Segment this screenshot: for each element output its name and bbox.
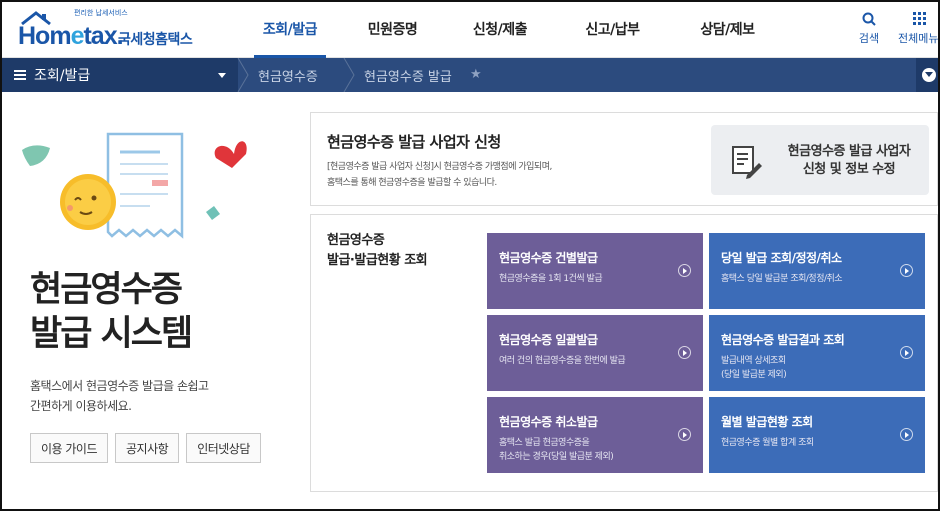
- arrow-right-icon: [678, 346, 691, 359]
- hero-description: 홈택스에서 현금영수증 발급을 손쉽고 간편하게 이용하세요.: [30, 379, 209, 413]
- online-consult-button[interactable]: 인터넷상담: [186, 433, 261, 463]
- arrow-right-icon: [678, 264, 691, 277]
- breadcrumb-separator-icon: [237, 58, 249, 92]
- monthly-status-tile[interactable]: 월별 발급현황 조회 현금영수증 월별 합계 조회: [709, 397, 925, 473]
- category-dropdown[interactable]: 조회/발급: [0, 58, 238, 92]
- main-nav: 조회/발급 민원증명 신청/제출 신고/납부 상담/제보: [240, 0, 785, 58]
- nav-item-inquiry-issue[interactable]: 조회/발급: [240, 0, 340, 58]
- hero-title: 현금영수증 발급 시스템: [30, 270, 193, 354]
- breadcrumb-item-cash-receipt-issue[interactable]: 현금영수증 발급: [364, 58, 452, 92]
- arrow-right-icon: [900, 346, 913, 359]
- arrow-right-icon: [900, 264, 913, 277]
- nav-item-consult-report[interactable]: 상담/제보: [670, 0, 785, 58]
- grid-menu-icon: [913, 12, 926, 25]
- hometax-logo[interactable]: 편리한 납세서비스 Hometax. 국세청홈택스: [18, 8, 198, 52]
- document-edit-icon: [732, 146, 762, 179]
- hamburger-icon: [14, 70, 26, 80]
- business-apply-label: 현금영수증 발급 사업자 신청 및 정보 수정: [787, 144, 911, 177]
- panel-title: 현금영수증 발급·발급현황 조회: [327, 233, 428, 268]
- arrow-right-icon: [900, 428, 913, 441]
- today-issue-lookup-tile[interactable]: 당일 발급 조회/정정/취소 홈택스 당일 발급분 조회/정정/취소: [709, 233, 925, 309]
- business-apply-button[interactable]: 현금영수증 발급 사업자 신청 및 정보 수정: [711, 125, 929, 195]
- panel-description: [현금영수증 발급 사업자 신청]시 현금영수증 가맹점에 가입되며, 홈택스를…: [327, 162, 552, 188]
- favorite-star-icon[interactable]: ★: [470, 67, 482, 82]
- breadcrumb: 조회/발급 현금영수증 현금영수증 발급 ★: [0, 58, 940, 92]
- search-icon: [862, 12, 876, 26]
- arrow-right-icon: [678, 428, 691, 441]
- chevron-down-icon: [922, 68, 936, 82]
- chevron-down-icon: [218, 73, 226, 78]
- panel-title: 현금영수증 발급 사업자 신청: [327, 133, 501, 151]
- logo-tagline: 편리한 납세서비스: [74, 9, 128, 17]
- expand-toggle[interactable]: [916, 58, 940, 92]
- breadcrumb-item-cash-receipt[interactable]: 현금영수증: [258, 58, 318, 92]
- business-registration-panel: 현금영수증 발급 사업자 신청 [현금영수증 발급 사업자 신청]시 현금영수증…: [310, 112, 938, 206]
- issue-inquiry-panel: 현금영수증 발급·발급현황 조회 현금영수증 건별발급 현금영수증을 1회 1건…: [310, 214, 938, 492]
- single-issue-tile[interactable]: 현금영수증 건별발급 현금영수증을 1회 1건씩 발급: [487, 233, 703, 309]
- search-label: 검색: [858, 32, 880, 45]
- nav-item-apply-submit[interactable]: 신청/제출: [445, 0, 555, 58]
- site-header: 편리한 납세서비스 Hometax. 국세청홈택스 조회/발급 민원증명 신청/…: [0, 0, 940, 58]
- receipt-illustration: [22, 132, 247, 239]
- logo-korean-name: 국세청홈택스: [118, 32, 193, 48]
- issue-result-lookup-tile[interactable]: 현금영수증 발급결과 조회 발급내역 상세조회 (당일 발급분 제외): [709, 315, 925, 391]
- breadcrumb-separator-icon: [343, 58, 355, 92]
- logo-wordmark: Hometax.: [18, 22, 124, 50]
- cancel-issue-tile[interactable]: 현금영수증 취소발급 홈택스 발급 현금영수증을 취소하는 경우(당일 발급분 제…: [487, 397, 703, 473]
- usage-guide-button[interactable]: 이용 가이드: [30, 433, 109, 463]
- all-menu-button[interactable]: 전체메뉴: [894, 10, 940, 46]
- search-button[interactable]: 검색: [844, 10, 894, 46]
- hero-button-group: 이용 가이드 공지사항 인터넷상담: [30, 433, 261, 463]
- nav-item-civil-certificate[interactable]: 민원증명: [340, 0, 445, 58]
- bulk-issue-tile[interactable]: 현금영수증 일괄발급 여러 건의 현금영수증을 한번에 발급: [487, 315, 703, 391]
- nav-item-report-pay[interactable]: 신고/납부: [555, 0, 670, 58]
- notice-button[interactable]: 공지사항: [115, 433, 180, 463]
- category-label: 조회/발급: [34, 68, 91, 84]
- all-menu-label: 전체메뉴: [898, 32, 939, 45]
